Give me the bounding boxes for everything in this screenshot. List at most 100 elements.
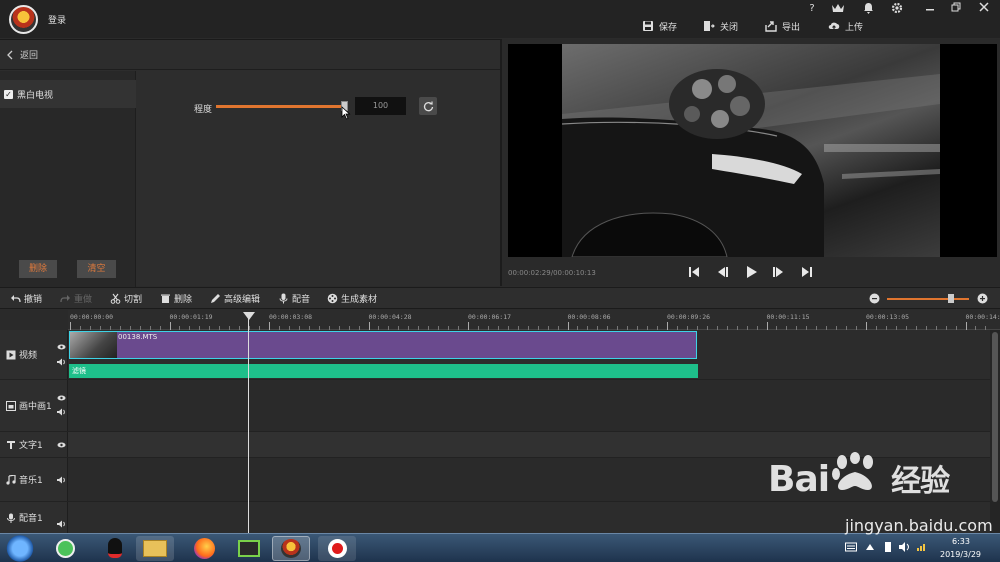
zoom-slider[interactable] [887, 298, 969, 300]
generate-material-button[interactable]: 生成素材 [327, 292, 377, 305]
minimize-icon[interactable] [922, 2, 938, 16]
undo-label: 撤销 [24, 295, 43, 305]
save-button[interactable]: 保存 [642, 19, 677, 33]
taskbar-app-video-player[interactable] [230, 536, 268, 561]
track-label-pip: 画中画1 [19, 402, 52, 412]
windows-taskbar: 6:33 2019/3/29 [0, 533, 1000, 562]
speaker-icon[interactable] [57, 476, 66, 484]
skip-start-icon[interactable] [686, 264, 702, 280]
skip-end-icon[interactable] [799, 264, 815, 280]
track-label-dub: 配音1 [19, 514, 43, 524]
degree-slider[interactable] [216, 105, 346, 108]
delete-button[interactable]: 删除 [160, 292, 192, 305]
device-icon[interactable] [883, 541, 893, 553]
redo-button[interactable]: 重做 [60, 292, 92, 305]
next-frame-icon[interactable] [771, 264, 787, 280]
taskbar-app-360[interactable] [46, 536, 84, 561]
effect-item[interactable]: ✓ 黑白电视 [0, 80, 136, 108]
undo-button[interactable]: 撤销 [10, 292, 42, 305]
ruler-ticks: 00:00:00:00 00:00:01:19 00:00:03:08 00:00:0… [0, 310, 1000, 330]
bell-icon[interactable] [860, 2, 876, 16]
trash-icon [161, 294, 170, 303]
close-project-button[interactable]: 关闭 [703, 19, 738, 33]
gear-icon[interactable] [889, 2, 905, 16]
degree-value-input[interactable]: 100 [355, 97, 406, 115]
zoom-in-icon[interactable] [977, 293, 988, 304]
taskbar-app-explorer[interactable] [136, 536, 174, 561]
back-bar[interactable]: 返回 [0, 40, 500, 70]
eye-icon[interactable] [57, 442, 66, 448]
ruler-major-tick [667, 322, 668, 330]
start-button[interactable] [4, 534, 36, 562]
ruler-tick-label: 00:00:13:05 [866, 313, 910, 321]
clear-effects-button[interactable]: 清空 [77, 260, 116, 278]
track-header-dub[interactable]: 配音1 [0, 502, 68, 533]
delete-effect-button[interactable]: 删除 [19, 260, 57, 278]
ruler-tick-label: 00:00:06:17 [468, 313, 512, 321]
speaker-icon[interactable] [57, 408, 66, 416]
ruler-tick-label: 00:00:01:19 [169, 313, 213, 321]
redo-icon [60, 295, 70, 303]
scissors-icon [110, 293, 121, 304]
upload-label: 上传 [845, 22, 864, 33]
taskbar-app-editor[interactable] [272, 536, 310, 561]
advanced-edit-button[interactable]: 高级编辑 [210, 292, 260, 305]
picture-in-picture-icon [6, 400, 16, 411]
effect-checkbox[interactable]: ✓ [4, 89, 13, 99]
taskbar-app-recorder[interactable] [318, 536, 356, 561]
play-icon[interactable] [743, 264, 759, 280]
preview-panel: 00:00:02:29/00:00:10:13 [500, 39, 1000, 286]
undo-icon [11, 295, 21, 303]
speaker-icon[interactable] [57, 520, 66, 528]
music-note-icon [6, 474, 16, 485]
save-icon [643, 21, 653, 31]
timeline-scrollbar[interactable] [990, 330, 1000, 533]
clock-time[interactable]: 6:33 [952, 537, 970, 546]
track-row-pip[interactable] [68, 380, 990, 432]
track-label-video: 视频 [19, 351, 38, 361]
window-close-icon[interactable] [976, 2, 992, 16]
video-preview[interactable] [508, 44, 997, 257]
help-icon[interactable]: ? [804, 2, 820, 16]
zoom-slider-handle[interactable] [947, 294, 954, 303]
eye-icon[interactable] [57, 395, 66, 401]
dub-button[interactable]: 配音 [278, 292, 310, 305]
playhead-handle[interactable] [243, 312, 255, 320]
restore-icon[interactable] [948, 2, 964, 16]
user-avatar[interactable] [9, 5, 38, 34]
ruler-tick-label: 00:00:03:08 [269, 313, 313, 321]
taskbar-app-qq[interactable] [96, 536, 134, 561]
watermark-logo: Bai 经验 [768, 459, 950, 500]
video-clip[interactable]: 00138.MTS [69, 331, 697, 359]
redo-label: 重做 [74, 295, 93, 305]
effect-panel: 返回 ✓ 黑白电视 删除 清空 程度 100 [0, 39, 500, 287]
cut-button[interactable]: 切割 [110, 292, 142, 305]
keyboard-icon[interactable] [845, 542, 857, 552]
close-doc-icon [704, 21, 715, 31]
export-icon [765, 21, 777, 32]
vip-icon[interactable] [830, 2, 846, 16]
reset-degree-button[interactable] [419, 97, 437, 115]
login-link[interactable]: 登录 [48, 13, 66, 26]
ruler-major-tick [169, 322, 171, 330]
export-label: 导出 [782, 22, 801, 33]
track-header-video[interactable]: 视频 [0, 330, 68, 380]
app-window: 登录 ? 保存 关闭 导出 上传 返回 ✓ 黑白电视 删除 清空 程度 100 … [0, 0, 1000, 562]
upload-button[interactable]: 上传 [828, 19, 863, 33]
zoom-out-icon[interactable] [869, 293, 880, 304]
scrollbar-thumb[interactable] [992, 332, 998, 502]
prev-frame-icon[interactable] [714, 264, 730, 280]
export-button[interactable]: 导出 [765, 19, 800, 33]
ruler-tick-label: 00:00:14: [965, 313, 1000, 321]
network-icon[interactable] [917, 543, 929, 551]
clock-date[interactable]: 2019/3/29 [940, 550, 981, 559]
taskbar-app-firefox[interactable] [185, 536, 223, 561]
tray-arrow-icon[interactable] [866, 544, 874, 550]
eye-icon[interactable] [57, 344, 66, 350]
volume-icon[interactable] [899, 542, 911, 552]
filter-bar[interactable]: 滤镜 [69, 364, 698, 378]
back-label: 返回 [20, 51, 39, 61]
speaker-icon[interactable] [57, 358, 66, 366]
playhead[interactable] [248, 318, 249, 533]
track-header-pip[interactable]: 画中画1 [0, 380, 68, 432]
